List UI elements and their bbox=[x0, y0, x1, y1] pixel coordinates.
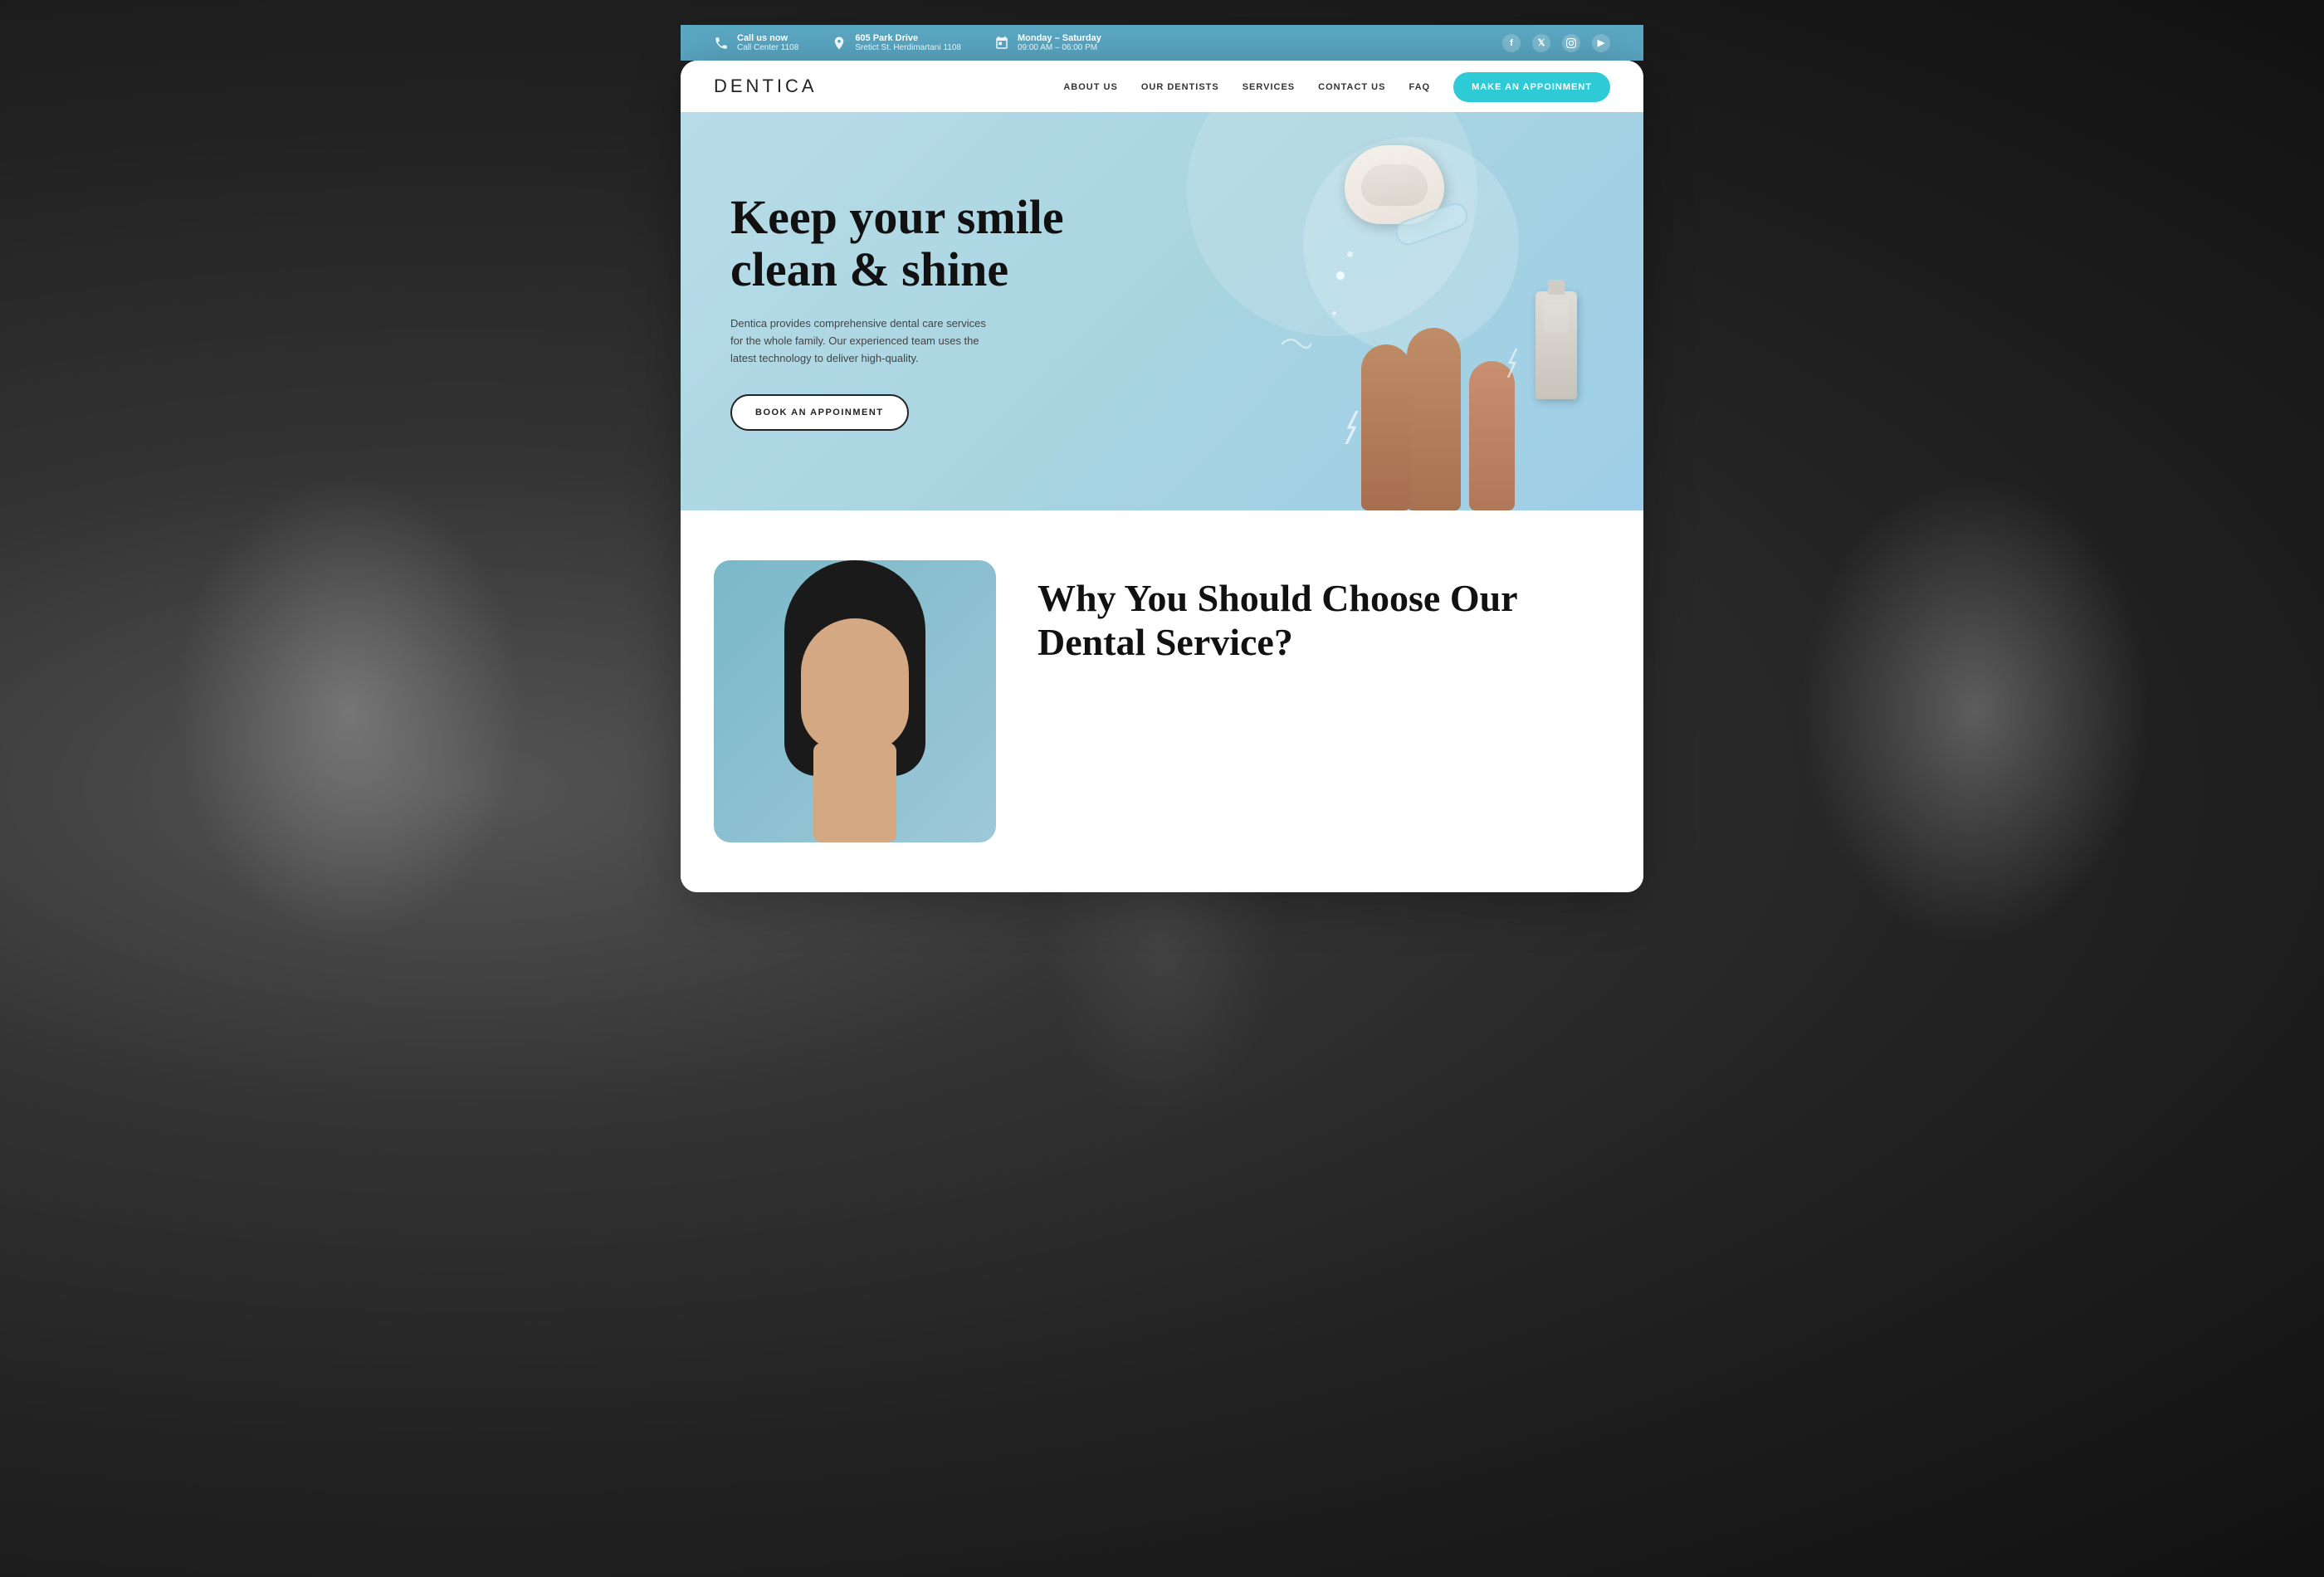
why-choose-image bbox=[714, 560, 996, 842]
why-choose-title: Why You Should Choose Our Dental Service… bbox=[1038, 577, 1610, 665]
nav-link-services[interactable]: SERVICES bbox=[1243, 82, 1295, 92]
site-card: DENTICA ABOUT US OUR DENTISTS SERVICES C… bbox=[681, 61, 1643, 892]
deco-dot-3 bbox=[1332, 311, 1336, 315]
face-shape bbox=[801, 618, 909, 751]
calendar-icon bbox=[994, 36, 1009, 51]
hours-info: Monday – Saturday 09:00 AM – 06:00 PM bbox=[994, 33, 1101, 52]
youtube-icon[interactable]: ▶ bbox=[1592, 34, 1610, 52]
nav-links: ABOUT US OUR DENTISTS SERVICES CONTACT U… bbox=[1063, 79, 1610, 94]
hero-title: Keep your smile clean & shine bbox=[730, 192, 1079, 295]
nav-item-services[interactable]: SERVICES bbox=[1243, 79, 1295, 94]
hero-content: Keep your smile clean & shine Dentica pr… bbox=[730, 192, 1079, 431]
instagram-icon[interactable] bbox=[1562, 34, 1580, 52]
why-choose-section: Why You Should Choose Our Dental Service… bbox=[681, 510, 1643, 892]
nav-link-contact[interactable]: CONTACT US bbox=[1318, 82, 1385, 92]
nav-link-about[interactable]: ABOUT US bbox=[1063, 82, 1117, 92]
logo: DENTICA bbox=[714, 76, 818, 97]
nav-cta-item[interactable]: MAKE AN APPOINMENT bbox=[1453, 79, 1610, 94]
hero-cta-button[interactable]: BOOK AN APPOINMENT bbox=[730, 394, 909, 431]
top-bar: Call us now Call Center 1108 605 Park Dr… bbox=[681, 25, 1643, 61]
phone-icon bbox=[714, 36, 729, 51]
phone-info: Call us now Call Center 1108 bbox=[714, 33, 798, 52]
hero-image-area bbox=[1114, 112, 1643, 510]
facebook-icon[interactable]: f bbox=[1502, 34, 1521, 52]
navbar: DENTICA ABOUT US OUR DENTISTS SERVICES C… bbox=[681, 61, 1643, 112]
phone-label: Call us now bbox=[737, 33, 798, 43]
deco-squiggle-1 bbox=[1345, 411, 1370, 444]
hero-description: Dentica provides comprehensive dental ca… bbox=[730, 315, 996, 367]
nav-item-about[interactable]: ABOUT US bbox=[1063, 79, 1117, 94]
product-bottle bbox=[1536, 291, 1577, 399]
deco-dot-1 bbox=[1336, 271, 1345, 280]
address-label: 605 Park Drive bbox=[855, 33, 961, 43]
nav-link-dentists[interactable]: OUR DENTISTS bbox=[1141, 82, 1219, 92]
nav-item-dentists[interactable]: OUR DENTISTS bbox=[1141, 79, 1219, 94]
why-choose-text: Why You Should Choose Our Dental Service… bbox=[1038, 560, 1610, 681]
social-icons: f 𝕏 ▶ bbox=[1502, 34, 1610, 52]
nav-link-faq[interactable]: FAQ bbox=[1409, 82, 1430, 92]
hours-label: Monday – Saturday bbox=[1018, 33, 1101, 43]
top-bar-left: Call us now Call Center 1108 605 Park Dr… bbox=[714, 33, 1101, 52]
hand-1 bbox=[1407, 328, 1461, 510]
nav-cta-button[interactable]: MAKE AN APPOINMENT bbox=[1453, 72, 1610, 102]
address-sublabel: Sretict St. Herdimartani 1108 bbox=[855, 43, 961, 52]
body-shape bbox=[813, 743, 896, 842]
deco-dot-2 bbox=[1347, 251, 1353, 257]
phone-sublabel: Call Center 1108 bbox=[737, 43, 798, 52]
hours-sublabel: 09:00 AM – 06:00 PM bbox=[1018, 43, 1101, 52]
nav-item-faq[interactable]: FAQ bbox=[1409, 79, 1430, 94]
deco-arrow bbox=[1278, 331, 1311, 356]
address-info: 605 Park Drive Sretict St. Herdimartani … bbox=[832, 33, 961, 52]
nav-item-contact[interactable]: CONTACT US bbox=[1318, 79, 1385, 94]
hero-section: Keep your smile clean & shine Dentica pr… bbox=[681, 112, 1643, 510]
portrait-container bbox=[755, 577, 954, 842]
hand-3 bbox=[1469, 361, 1515, 510]
deco-squiggle-2 bbox=[1506, 349, 1527, 378]
twitter-icon[interactable]: 𝕏 bbox=[1532, 34, 1550, 52]
location-icon bbox=[832, 36, 847, 51]
